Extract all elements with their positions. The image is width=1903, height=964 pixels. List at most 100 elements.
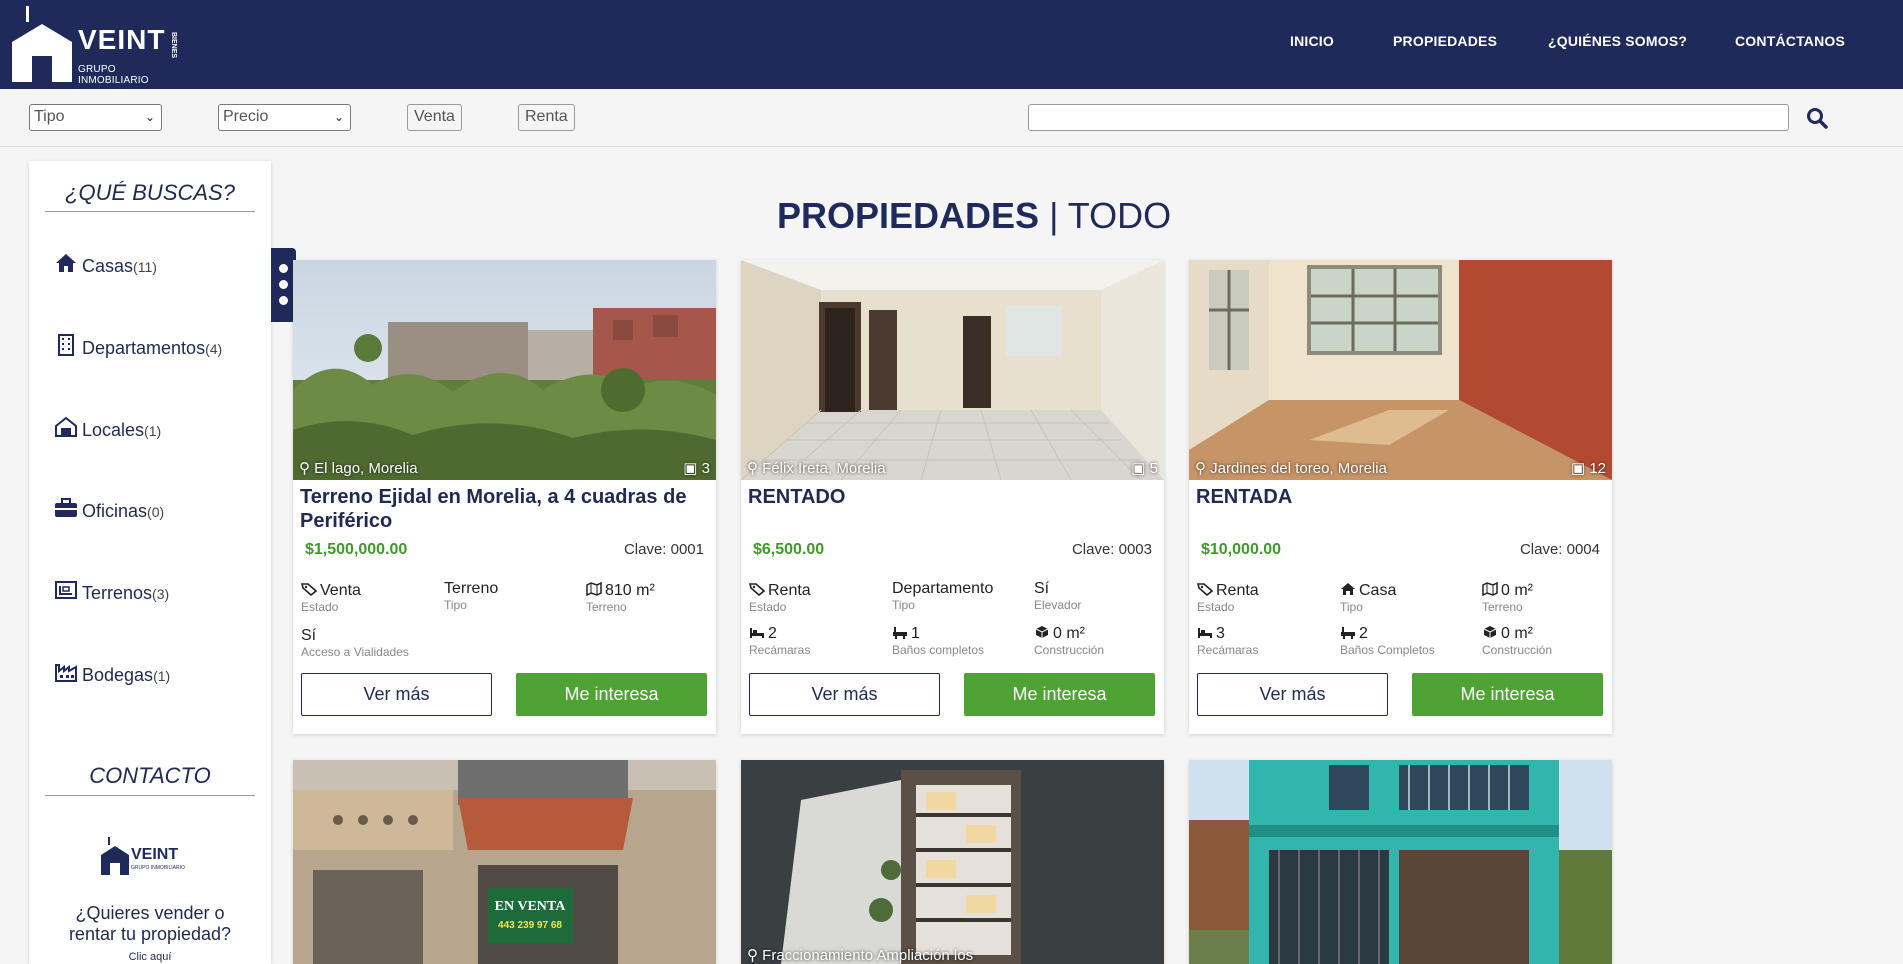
property-clave: Clave: 0003 bbox=[1071, 541, 1152, 558]
search-input[interactable] bbox=[1028, 104, 1789, 131]
brand-name: VEINT bbox=[78, 24, 166, 55]
filter-bar: Tipo ⌄ Precio ⌄ Venta Renta bbox=[0, 89, 1903, 147]
location-label: ⚲ Fraccionamiento Ampliación los bbox=[747, 946, 973, 964]
property-card[interactable]: ⚲ Félix Ireta, Morelia ▣ 5 RENTADO $6,50… bbox=[741, 260, 1164, 734]
dot-icon bbox=[279, 264, 288, 273]
sidebar-item-count: (4) bbox=[205, 341, 223, 357]
location-text: El lago, Morelia bbox=[314, 460, 418, 477]
camera-icon: ▣ bbox=[1131, 460, 1146, 477]
attr-label: Terreno bbox=[586, 600, 627, 614]
photo-count-value: 12 bbox=[1589, 460, 1606, 477]
property-card[interactable] bbox=[1189, 760, 1612, 964]
building-icon bbox=[58, 334, 74, 356]
sidebar-item-locales[interactable]: Locales(1) bbox=[54, 416, 161, 446]
bath-icon bbox=[893, 627, 907, 639]
sidebar-item-label: Departamentos bbox=[82, 338, 206, 358]
logo[interactable]: VEINT BIENES GRUPO INMOBILIARIO bbox=[8, 6, 183, 86]
venta-button[interactable]: Venta bbox=[407, 104, 462, 131]
property-price: $10,000.00 bbox=[1201, 541, 1282, 558]
tag-icon bbox=[749, 583, 765, 596]
property-price: $1,500,000.00 bbox=[305, 541, 408, 558]
photo-count: ▣ 5 bbox=[1131, 459, 1158, 477]
attr-recamaras: 3 Recámaras bbox=[1197, 625, 1337, 657]
property-card[interactable]: ⚲ Jardines del toreo, Morelia ▣ 12 RENTA… bbox=[1189, 260, 1612, 734]
renta-button[interactable]: Renta bbox=[518, 104, 575, 131]
ver-mas-button[interactable]: Ver más bbox=[301, 673, 492, 716]
map-pin-icon: ⚲ bbox=[1195, 460, 1206, 477]
dot-icon bbox=[279, 296, 288, 305]
property-title[interactable]: RENTADA bbox=[1196, 485, 1596, 509]
me-interesa-button[interactable]: Me interesa bbox=[516, 673, 707, 716]
sidebar-item-oficinas[interactable]: Oficinas(0) bbox=[54, 497, 164, 527]
tipo-select[interactable]: Tipo ⌄ bbox=[29, 104, 162, 131]
store-icon bbox=[55, 416, 77, 437]
location-label: ⚲ Jardines del toreo, Morelia bbox=[1195, 459, 1387, 477]
click-here-link[interactable]: Clic aquí bbox=[29, 951, 271, 963]
property-title[interactable]: RENTADO bbox=[748, 485, 1148, 509]
property-title-line: RENTADO bbox=[748, 486, 846, 508]
property-photo[interactable]: EN VENTA 443 239 97 68 bbox=[293, 760, 716, 964]
attr-construccion: 0 m² Construcción bbox=[1482, 625, 1622, 657]
contact-tagline: GRUPO INMOBILIARIO bbox=[131, 865, 185, 871]
property-photo[interactable]: ⚲ Jardines del toreo, Morelia ▣ 12 bbox=[1189, 260, 1612, 480]
precio-select[interactable]: Precio ⌄ bbox=[218, 104, 351, 131]
contact-title: CONTACTO bbox=[89, 763, 211, 788]
sidebar-item-casas[interactable]: Casas(11) bbox=[54, 252, 157, 282]
attr-label: Tipo bbox=[444, 598, 467, 612]
attr-construccion: 0 m² Construcción bbox=[1034, 625, 1174, 657]
attr-tipo: Departamento Tipo bbox=[892, 580, 1032, 612]
attr-label: Recámaras bbox=[749, 643, 811, 657]
property-photo[interactable]: ⚲ Félix Ireta, Morelia ▣ 5 bbox=[741, 260, 1164, 480]
attr-value: 810 m² bbox=[605, 582, 655, 599]
ver-mas-button[interactable]: Ver más bbox=[749, 673, 940, 716]
attr-label: Construcción bbox=[1034, 643, 1105, 657]
location-text: Jardines del toreo, Morelia bbox=[1210, 460, 1387, 477]
nav-quienes-somos[interactable]: ¿QUIÉNES SOMOS? bbox=[1548, 33, 1687, 49]
sidebar-item-count: (1) bbox=[153, 668, 171, 684]
sidebar-item-departamentos[interactable]: Departamentos(4) bbox=[54, 334, 222, 364]
property-card[interactable]: ⚲ El lago, Morelia ▣ 3 Terreno Ejidal en… bbox=[293, 260, 716, 734]
sidebar-item-label: Oficinas bbox=[82, 501, 148, 521]
nav-contactanos[interactable]: CONTÁCTANOS bbox=[1735, 33, 1845, 49]
attr-value: Venta bbox=[320, 582, 361, 599]
map-icon bbox=[1482, 582, 1498, 596]
nav-inicio[interactable]: INICIO bbox=[1290, 33, 1334, 49]
attr-tipo: Terreno Tipo bbox=[444, 580, 584, 612]
land-photo bbox=[293, 260, 716, 480]
attr-banos: 2 Baños Completos bbox=[1340, 625, 1480, 657]
sidebar-title: ¿QUÉ BUSCAS? bbox=[65, 180, 235, 205]
ver-mas-button[interactable]: Ver más bbox=[1197, 673, 1388, 716]
location-label: ⚲ El lago, Morelia bbox=[299, 459, 418, 477]
house-front-photo: EN VENTA 443 239 97 68 bbox=[293, 760, 716, 964]
property-photo[interactable]: ⚲ El lago, Morelia ▣ 3 bbox=[293, 260, 716, 480]
search-icon[interactable] bbox=[1806, 107, 1828, 129]
attr-elevador: Sí Elevador bbox=[1034, 580, 1174, 612]
attr-label: Estado bbox=[1197, 600, 1235, 614]
property-card[interactable]: EN VENTA 443 239 97 68 bbox=[293, 760, 716, 964]
property-card[interactable]: ⚲ Fraccionamiento Ampliación los bbox=[741, 760, 1164, 964]
sidebar-item-count: (3) bbox=[152, 586, 170, 602]
me-interesa-button[interactable]: Me interesa bbox=[964, 673, 1155, 716]
house-icon bbox=[1341, 583, 1355, 595]
page-title: PROPIEDADES | TODO bbox=[777, 195, 1171, 237]
attr-label: Terreno bbox=[1482, 600, 1523, 614]
nav-propiedades[interactable]: PROPIEDADES bbox=[1393, 33, 1497, 49]
land-icon bbox=[55, 581, 77, 599]
attr-label: Estado bbox=[749, 600, 787, 614]
sidebar-item-label: Terrenos bbox=[82, 583, 153, 603]
map-pin-icon: ⚲ bbox=[747, 460, 758, 477]
sidebar-item-terrenos[interactable]: Terrenos(3) bbox=[54, 579, 169, 609]
sell-text-line: rentar tu propiedad? bbox=[68, 924, 232, 944]
property-photo[interactable] bbox=[1189, 760, 1612, 964]
page-title-bold: PROPIEDADES bbox=[777, 195, 1040, 236]
property-title[interactable]: Terreno Ejidal en Morelia, a 4 cuadras d… bbox=[300, 485, 700, 533]
tag-icon bbox=[301, 583, 317, 596]
me-interesa-button[interactable]: Me interesa bbox=[1412, 673, 1603, 716]
sidebar-item-label: Casas bbox=[82, 256, 134, 276]
property-title-line: RENTADA bbox=[1196, 486, 1293, 508]
property-photo[interactable]: ⚲ Fraccionamiento Ampliación los bbox=[741, 760, 1164, 964]
attr-label: Baños completos bbox=[892, 643, 985, 657]
attr-acceso: Sí Acceso a Vialidades bbox=[301, 627, 441, 659]
camera-icon: ▣ bbox=[1570, 460, 1586, 477]
sidebar-item-bodegas[interactable]: Bodegas(1) bbox=[54, 661, 170, 691]
